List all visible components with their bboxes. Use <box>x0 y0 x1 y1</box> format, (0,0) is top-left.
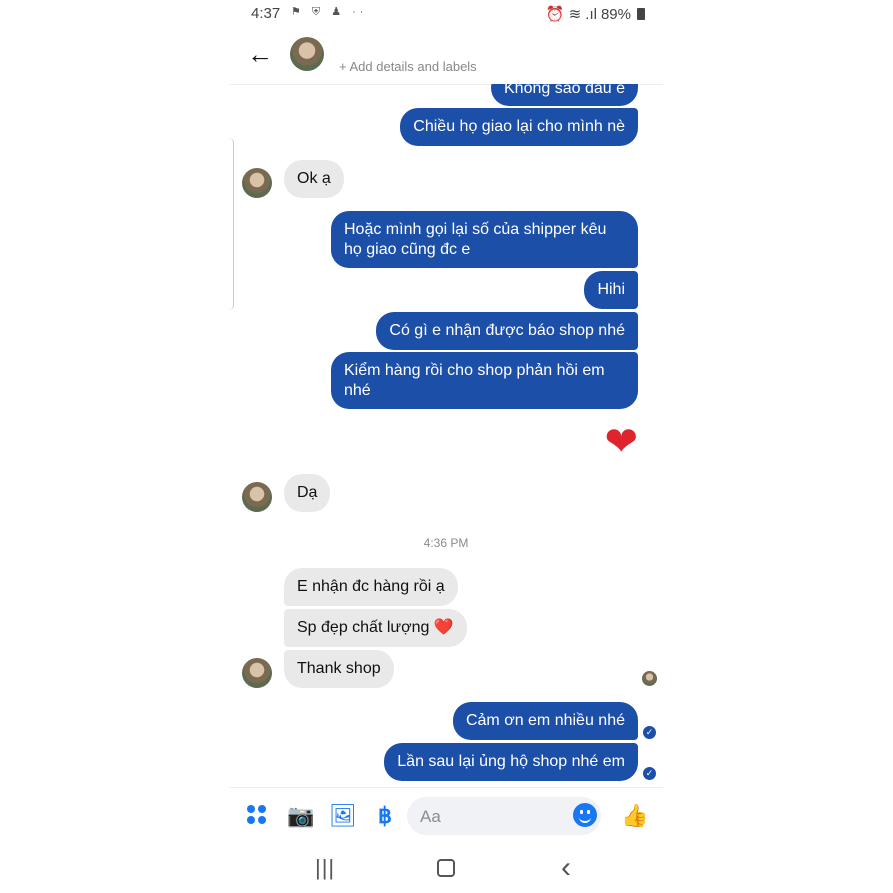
signal-icons: ⏰ ≋ .ıl <box>545 6 597 23</box>
scrollbar[interactable] <box>229 138 234 310</box>
status-right: ⏰ ≋ .ıl 89% <box>546 5 645 23</box>
outgoing-message[interactable]: Cảm ơn em nhiều nhé <box>452 702 638 740</box>
back-arrow-icon[interactable]: ← <box>247 41 273 67</box>
contact-avatar[interactable] <box>290 37 324 71</box>
status-bar: 4:37 ⚑ ⛨ ♟ ·· ⏰ ≋ .ıl 89% <box>229 0 663 28</box>
recent-apps-button[interactable]: ||| <box>315 856 335 880</box>
seen-avatar-icon <box>642 671 657 686</box>
currency-icon[interactable]: ฿ <box>371 803 399 829</box>
outgoing-message[interactable]: Lần sau lại ủng hộ shop nhé em <box>384 743 638 781</box>
contact-avatar-small <box>242 658 272 688</box>
messenger-screen: 4:37 ⚑ ⛨ ♟ ·· ⏰ ≋ .ıl 89% ← + Add detail… <box>229 0 663 893</box>
incoming-message[interactable]: E nhận đc hàng rồi ạ <box>284 568 458 606</box>
like-icon[interactable]: 👍 <box>621 803 649 829</box>
incoming-message[interactable]: Ok ạ <box>284 160 344 198</box>
outgoing-message[interactable]: Hoặc mình gọi lại số của shipper kêu họ … <box>331 211 638 268</box>
heart-reaction-icon[interactable]: ❤ <box>604 422 638 462</box>
message-composer: 📷 🖼 ฿ Aa 👍 <box>229 787 663 846</box>
apps-icon[interactable] <box>247 805 267 825</box>
battery-icon <box>637 8 645 20</box>
delivered-check-icon: ✓ <box>643 726 656 739</box>
battery-level: 89% <box>600 5 631 23</box>
outgoing-message[interactable]: Không sao đâu e <box>491 84 638 106</box>
message-input[interactable]: Aa <box>407 797 601 835</box>
gallery-icon[interactable]: 🖼 <box>329 803 357 829</box>
status-time: 4:37 <box>251 5 281 22</box>
camera-icon[interactable]: 📷 <box>287 803 315 829</box>
incoming-message[interactable]: Sp đẹp chất lượng ❤️ <box>284 609 467 647</box>
message-timestamp: 4:36 PM <box>423 536 469 550</box>
contact-avatar-small <box>242 482 272 512</box>
delivered-check-icon: ✓ <box>643 767 656 780</box>
outgoing-message[interactable]: Có gì e nhận được báo shop nhé <box>376 312 638 350</box>
system-nav-bar: ||| ‹ <box>229 846 663 893</box>
emoji-icon[interactable] <box>573 803 597 827</box>
incoming-message[interactable]: Thank shop <box>284 650 394 688</box>
message-list[interactable]: Không sao đâu e Chiều họ giao lại cho mì… <box>229 84 663 786</box>
notification-icons: ⚑ ⛨ ♟ ·· <box>291 6 368 18</box>
outgoing-message[interactable]: Kiểm hàng rồi cho shop phản hồi em nhé <box>331 352 638 409</box>
conversation-header: ← + Add details and labels <box>229 30 663 85</box>
incoming-message[interactable]: Dạ <box>284 474 331 512</box>
nav-back-button[interactable]: ‹ <box>561 853 571 883</box>
outgoing-message[interactable]: Chiều họ giao lại cho mình nè <box>400 108 638 146</box>
message-placeholder: Aa <box>420 807 441 826</box>
contact-avatar-small <box>242 168 272 198</box>
home-button[interactable] <box>437 859 455 877</box>
add-details-link[interactable]: + Add details and labels <box>339 59 477 74</box>
outgoing-message[interactable]: Hihi <box>584 271 638 309</box>
